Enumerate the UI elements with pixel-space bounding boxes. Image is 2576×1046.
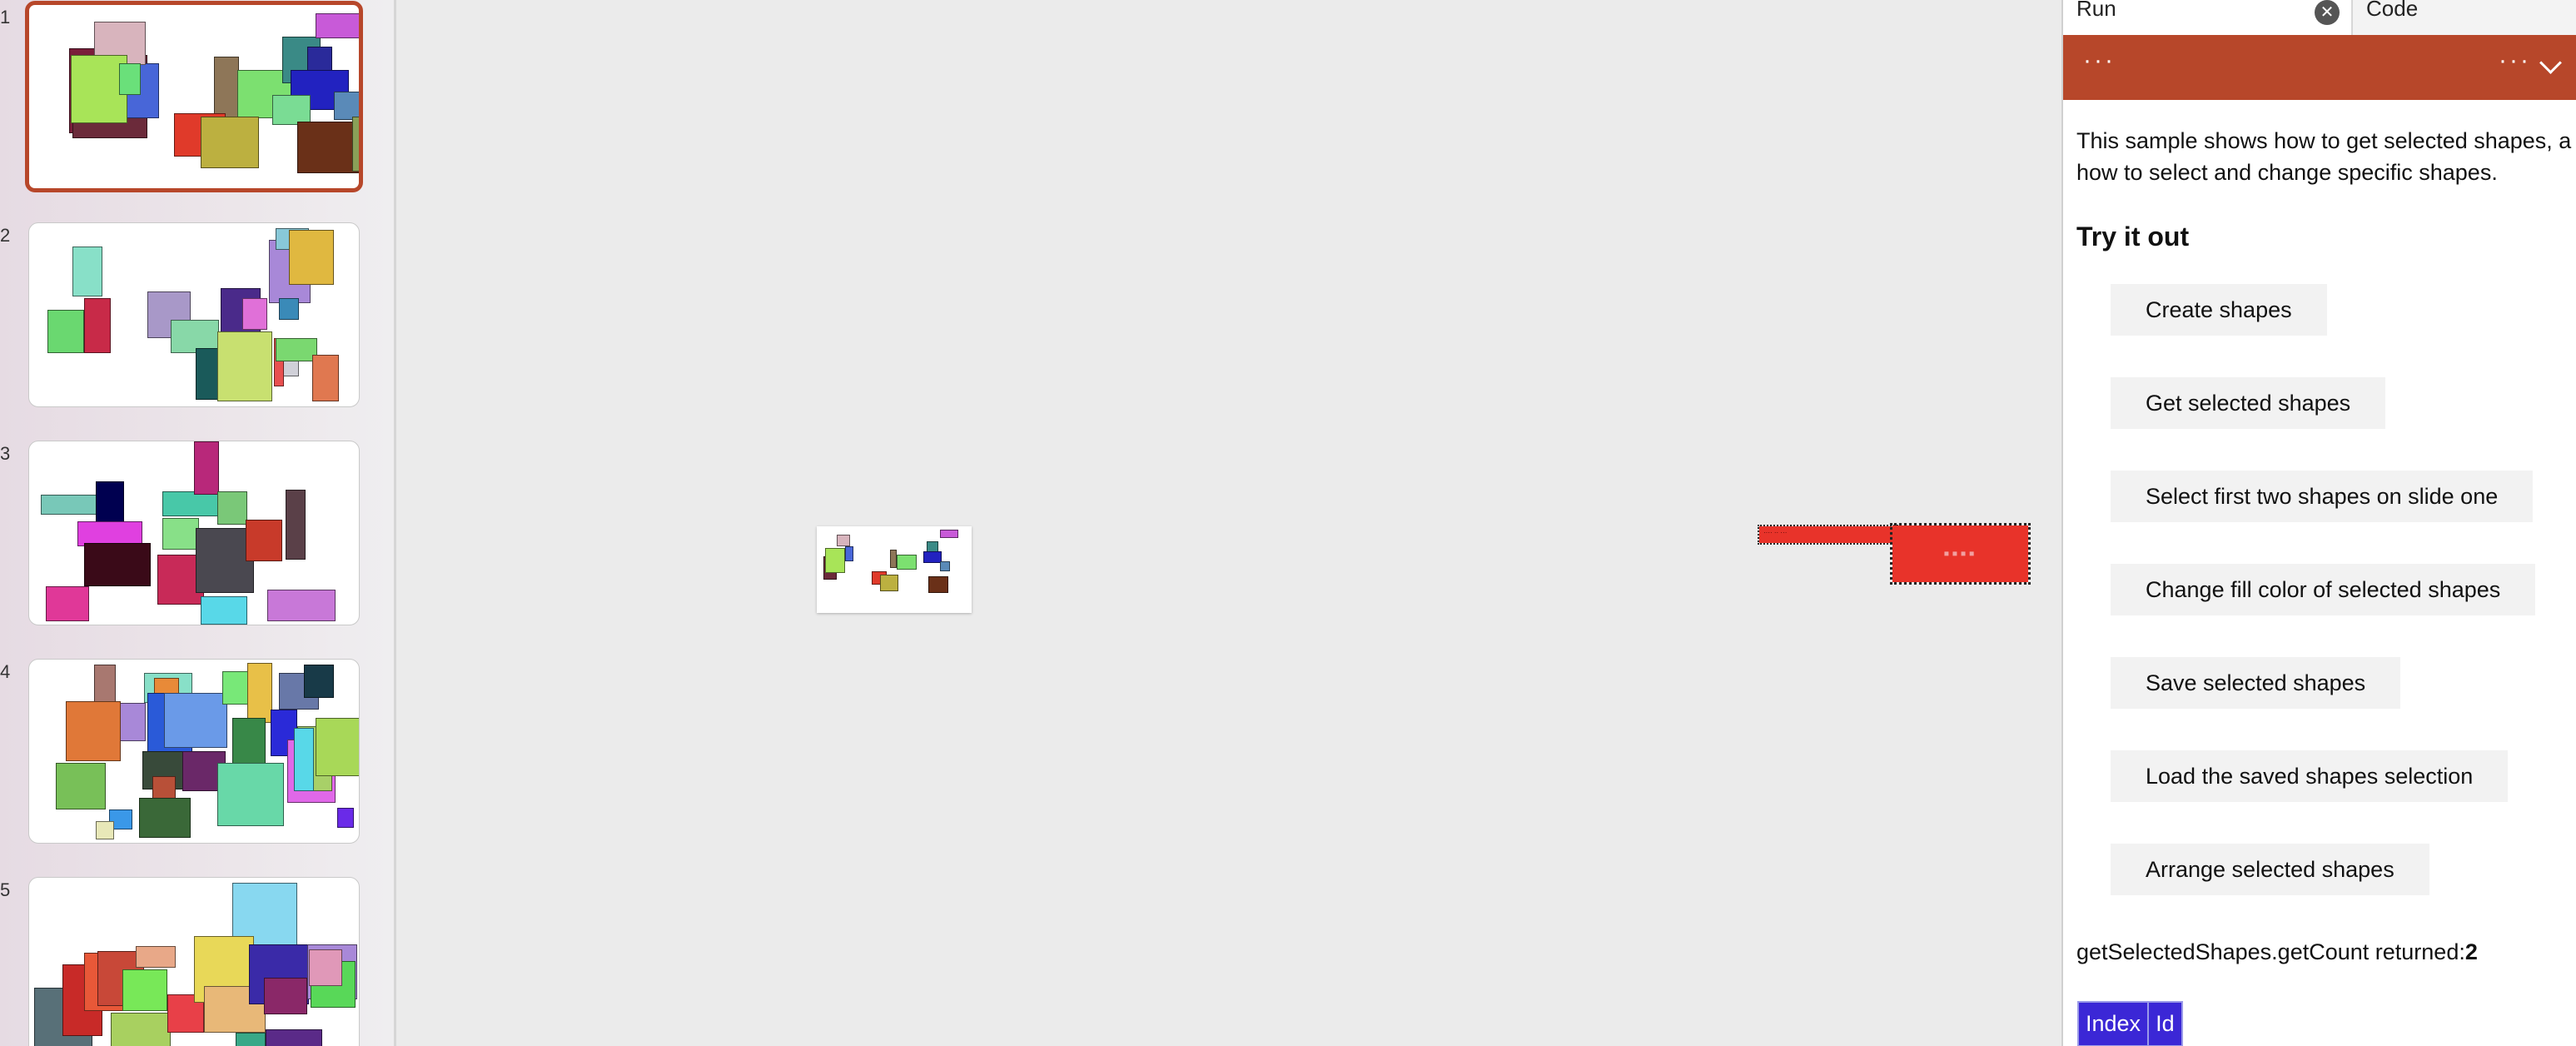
slide-2-shapes <box>29 223 359 406</box>
result-label: getSelectedShapes.getCount returned: <box>2076 939 2465 964</box>
slide-5-shapes <box>29 878 359 1046</box>
sample-description: This sample shows how to get selected sh… <box>2076 125 2576 188</box>
selected-shape-rectangle[interactable]: ···· ·· ··· <box>1758 525 1901 545</box>
slide-4-shapes <box>29 660 359 843</box>
change-fill-color-button[interactable]: Change fill color of selected shapes <box>2111 564 2536 615</box>
save-selected-shapes-button[interactable]: Save selected shapes <box>2111 657 2401 709</box>
task-pane: Run ✕ Code ··· ··· This sample shows how… <box>2061 0 2576 1046</box>
slide-number: 1 <box>0 7 11 27</box>
slide-preview <box>817 526 972 613</box>
task-pane-header: ··· ··· <box>2063 35 2576 100</box>
slide-thumbnail-4[interactable] <box>28 659 360 844</box>
result-value: 2 <box>2464 939 2478 964</box>
table-header-row: Index Id <box>2076 1001 2183 1046</box>
description-line: This sample shows how to get selected sh… <box>2076 128 2572 153</box>
chevron-down-icon[interactable] <box>2539 52 2562 74</box>
slide-thumbnail-3[interactable] <box>28 441 360 625</box>
load-saved-selection-button[interactable]: Load the saved shapes selection <box>2111 750 2509 802</box>
tab-code[interactable]: Code <box>2351 0 2576 35</box>
slide-3-shapes <box>29 441 359 625</box>
slide-thumbnail-pane[interactable]: 1 2 3 4 5 <box>0 0 396 1046</box>
result-output: getSelectedShapes.getCount returned:2 <box>2076 939 2478 965</box>
shape-text: ···· ·· ··· <box>1763 529 1788 536</box>
slide-thumbnail-5[interactable] <box>28 877 360 1046</box>
close-icon[interactable]: ✕ <box>2315 0 2340 25</box>
result-table: Index Id <box>2076 1001 2183 1046</box>
slide-canvas[interactable]: ···· ·· ··· ▪▪▪▪ <box>396 0 2061 1046</box>
slide-thumbnail-1[interactable] <box>25 1 363 192</box>
slide-1-shapes <box>29 5 359 188</box>
description-line: how to select and change specific shapes… <box>2076 160 2498 185</box>
slide-number: 2 <box>0 225 11 246</box>
slide-number: 3 <box>0 443 11 464</box>
select-first-two-shapes-button[interactable]: Select first two shapes on slide one <box>2111 471 2534 522</box>
create-shapes-button[interactable]: Create shapes <box>2111 284 2327 336</box>
more-options-icon[interactable]: ··· <box>2083 47 2116 75</box>
get-selected-shapes-button[interactable]: Get selected shapes <box>2111 377 2386 429</box>
slide-number: 5 <box>0 879 11 900</box>
more-options-icon[interactable]: ··· <box>2499 47 2531 75</box>
shape-text: ▪▪▪▪ <box>1943 544 1977 563</box>
task-pane-tabs: Run ✕ Code <box>2063 0 2576 36</box>
try-it-out-heading: Try it out <box>2076 222 2190 252</box>
selected-shape-rectangle[interactable]: ▪▪▪▪ <box>1890 523 2031 585</box>
table-header-index: Index <box>2076 1001 2150 1046</box>
slide-number: 4 <box>0 661 11 682</box>
table-header-id: Id <box>2147 1001 2183 1046</box>
tab-run[interactable]: Run <box>2063 0 2351 35</box>
arrange-selected-shapes-button[interactable]: Arrange selected shapes <box>2111 844 2429 895</box>
slide-thumbnail-2[interactable] <box>28 222 360 407</box>
